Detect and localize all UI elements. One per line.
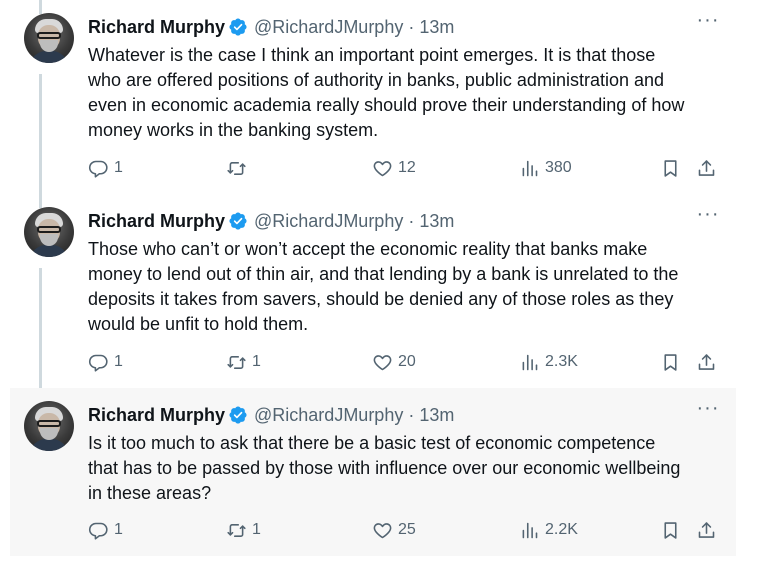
share-icon bbox=[698, 353, 715, 370]
avatar[interactable] bbox=[24, 401, 74, 451]
more-options-icon[interactable]: ··· bbox=[696, 398, 720, 422]
share-button[interactable] bbox=[696, 350, 717, 374]
share-icon bbox=[698, 159, 715, 176]
views-icon bbox=[522, 522, 538, 538]
like-button[interactable]: 12 bbox=[372, 156, 416, 180]
verified-badge-icon bbox=[229, 212, 247, 230]
tweet[interactable]: Richard Murphy @RichardJMurphy · 13m ···… bbox=[10, 0, 736, 194]
verified-badge-icon bbox=[229, 406, 247, 424]
bookmark-button[interactable] bbox=[660, 518, 681, 542]
more-options-icon[interactable]: ··· bbox=[696, 204, 720, 228]
reply-icon bbox=[88, 522, 108, 540]
views-icon bbox=[522, 160, 538, 176]
reply-count: 1 bbox=[114, 521, 123, 538]
like-button[interactable]: 25 bbox=[372, 518, 416, 542]
tweet-actions: 1 1 20 2.3K bbox=[88, 350, 728, 374]
like-count: 12 bbox=[398, 159, 416, 176]
reply-button[interactable]: 1 bbox=[88, 518, 123, 542]
view-count: 2.2K bbox=[545, 521, 578, 538]
bookmark-icon bbox=[664, 159, 677, 177]
timestamp[interactable]: 13m bbox=[419, 211, 454, 232]
like-count: 20 bbox=[398, 353, 416, 370]
reply-icon bbox=[88, 354, 108, 372]
retweet-icon bbox=[227, 523, 246, 537]
like-button[interactable]: 20 bbox=[372, 350, 416, 374]
bookmark-button[interactable] bbox=[660, 350, 681, 374]
tweet-text: Is it too much to ask that there be a ba… bbox=[88, 433, 681, 503]
retweet-button[interactable]: 1 bbox=[226, 350, 261, 374]
bookmark-button[interactable] bbox=[660, 156, 681, 180]
author-name[interactable]: Richard Murphy bbox=[88, 405, 225, 426]
views-button[interactable]: 2.2K bbox=[519, 518, 578, 542]
separator-dot: · bbox=[408, 16, 415, 37]
tweet-actions: 1 12 380 bbox=[88, 156, 728, 180]
avatar[interactable] bbox=[24, 13, 74, 63]
author-handle[interactable]: @RichardJMurphy bbox=[254, 17, 403, 38]
bookmark-icon bbox=[664, 521, 677, 539]
avatar[interactable] bbox=[24, 207, 74, 257]
views-button[interactable]: 2.3K bbox=[519, 350, 578, 374]
retweet-icon bbox=[227, 161, 246, 175]
heart-icon bbox=[373, 354, 392, 370]
reply-button[interactable]: 1 bbox=[88, 156, 123, 180]
views-icon bbox=[522, 354, 538, 370]
retweet-button[interactable]: 1 bbox=[226, 518, 261, 542]
like-count: 25 bbox=[398, 521, 416, 538]
heart-icon bbox=[373, 522, 392, 538]
reply-button[interactable]: 1 bbox=[88, 350, 123, 374]
author-name[interactable]: Richard Murphy bbox=[88, 17, 225, 38]
tweet-text: Whatever is the case I think an importan… bbox=[88, 45, 685, 140]
share-button[interactable] bbox=[696, 156, 717, 180]
reply-count: 1 bbox=[114, 353, 123, 370]
view-count: 380 bbox=[545, 159, 572, 176]
author-name[interactable]: Richard Murphy bbox=[88, 211, 225, 232]
view-count: 2.3K bbox=[545, 353, 578, 370]
separator-dot: · bbox=[408, 210, 415, 231]
views-button[interactable]: 380 bbox=[519, 156, 572, 180]
tweet-header: Richard Murphy @RichardJMurphy · 13m bbox=[88, 210, 454, 232]
more-options-icon[interactable]: ··· bbox=[696, 10, 720, 34]
separator-dot: · bbox=[408, 404, 415, 425]
author-handle[interactable]: @RichardJMurphy bbox=[254, 211, 403, 232]
share-button[interactable] bbox=[696, 518, 717, 542]
retweet-count: 1 bbox=[252, 521, 261, 538]
tweet[interactable]: Richard Murphy @RichardJMurphy · 13m ···… bbox=[10, 194, 736, 388]
heart-icon bbox=[373, 160, 392, 176]
timestamp[interactable]: 13m bbox=[419, 17, 454, 38]
tweet-text: Those who can’t or won’t accept the econ… bbox=[88, 239, 679, 334]
tweet-actions: 1 1 25 2.2K bbox=[88, 518, 728, 542]
tweet[interactable]: Richard Murphy @RichardJMurphy · 13m ···… bbox=[10, 388, 736, 556]
tweet-header: Richard Murphy @RichardJMurphy · 13m bbox=[88, 404, 454, 426]
share-icon bbox=[698, 521, 715, 538]
retweet-button[interactable] bbox=[226, 156, 252, 180]
reply-icon bbox=[88, 160, 108, 178]
retweet-count: 1 bbox=[252, 353, 261, 370]
author-handle[interactable]: @RichardJMurphy bbox=[254, 405, 403, 426]
bookmark-icon bbox=[664, 353, 677, 371]
tweet-header: Richard Murphy @RichardJMurphy · 13m bbox=[88, 16, 454, 38]
timestamp[interactable]: 13m bbox=[419, 405, 454, 426]
reply-count: 1 bbox=[114, 159, 123, 176]
retweet-icon bbox=[227, 355, 246, 369]
verified-badge-icon bbox=[229, 18, 247, 36]
